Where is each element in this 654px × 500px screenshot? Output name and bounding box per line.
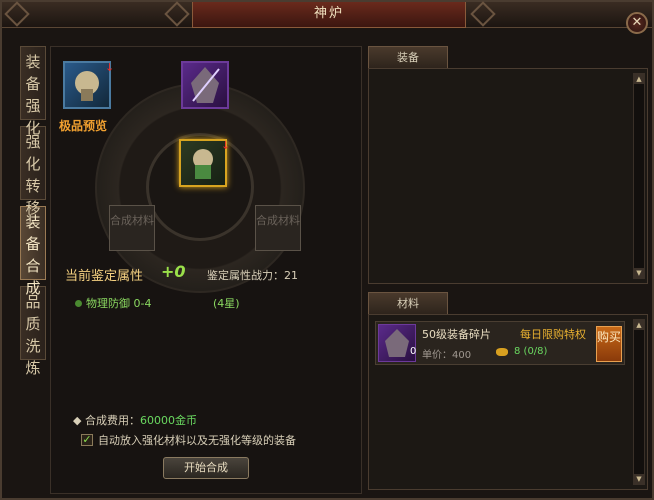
upgrade-arrow-icon: ↓ [105, 61, 115, 74]
item-count: 0 [410, 346, 417, 357]
side-tabs: 装备强化 强化转移 装备合成 品质洗炼 [20, 46, 46, 377]
auto-fill-label: 自动放入强化材料以及无强化等级的装备 [98, 434, 296, 447]
tab-equip-enhance[interactable]: 装备强化 [20, 46, 46, 137]
corner-ornament-left [4, 1, 30, 27]
cost-row: ◆ 合成费用：60000金币 [73, 412, 197, 428]
equip-list: ▲ ▼ [368, 68, 648, 284]
auto-fill-row[interactable]: ✓ 自动放入强化材料以及无强化等级的装备 [81, 432, 296, 448]
attr-title: 当前鉴定属性 [65, 269, 144, 284]
buy-button[interactable]: 购买 [596, 326, 622, 362]
auto-fill-checkbox[interactable]: ✓ [81, 434, 93, 446]
window-title: 神炉 [192, 2, 466, 28]
green-glove-icon [193, 149, 213, 179]
result-equip-slot[interactable] [179, 139, 227, 187]
daily-privilege: 每日限购特权 [520, 328, 586, 341]
scroll-up-icon-2[interactable]: ▲ [634, 320, 644, 330]
gold-ingot-icon [496, 348, 508, 356]
tab-equip-synthesis[interactable]: 装备合成 [20, 206, 46, 297]
scroll-down-icon[interactable]: ▼ [634, 268, 644, 278]
preview-glove-icon [75, 71, 99, 101]
source-equip-slot[interactable] [181, 61, 229, 109]
preview-slot[interactable] [63, 61, 111, 109]
material-slot-right[interactable]: 合成材料 [255, 205, 301, 251]
attr-power: 鉴定属性战力：21 [207, 269, 298, 282]
material-slot-left[interactable]: 合成材料 [109, 205, 155, 251]
item-name: 50级装备碎片 [422, 328, 491, 341]
window-frame: 神炉 ✕ 装备强化 强化转移 装备合成 品质洗炼 ↓ 极品预览 ↓ 合成材料 合… [0, 0, 654, 500]
attr-stars: (4星) [213, 297, 240, 310]
scroll-down-icon-2[interactable]: ▼ [634, 474, 644, 484]
material-scrollbar[interactable]: ▲ ▼ [633, 319, 645, 485]
corner-ornament-mid-right [470, 1, 496, 27]
list-item[interactable]: 0 50级装备碎片 每日限购特权 单价：400 8 (0/8) 购买 [375, 321, 625, 365]
diamond-bullet-icon: ◆ [73, 414, 85, 427]
cost-value: 60000金币 [139, 414, 197, 427]
close-button[interactable]: ✕ [626, 12, 648, 34]
tab-quality-refine[interactable]: 品质洗炼 [20, 286, 46, 377]
start-synthesis-button[interactable]: 开始合成 [163, 457, 249, 479]
tab-enhance-transfer[interactable]: 强化转移 [20, 126, 46, 217]
attr-row: 物理防御 0-4 [75, 295, 151, 311]
helmet-icon [191, 67, 220, 103]
material-tab[interactable]: 材料 [368, 292, 448, 314]
attr-name: 物理防御 0-4 [86, 297, 152, 310]
preview-label: 极品预览 [59, 119, 108, 133]
purchase-limit: 8 (0/8) [514, 346, 548, 357]
corner-ornament-mid-left [164, 1, 190, 27]
equip-tab[interactable]: 装备 [368, 46, 448, 68]
upgrade-arrow-icon-2: ↓ [221, 139, 231, 152]
attr-dot-icon [75, 300, 82, 307]
item-price: 单价：400 [422, 350, 472, 361]
title-bar: 神炉 [2, 1, 652, 28]
close-icon: ✕ [631, 15, 643, 30]
material-list: 0 50级装备碎片 每日限购特权 单价：400 8 (0/8) 购买 ▲ ▼ [368, 314, 648, 490]
equip-scrollbar[interactable]: ▲ ▼ [633, 73, 645, 279]
cost-label: 合成费用： [84, 414, 140, 427]
inventory-panel: 装备 ▲ ▼ 材料 0 50级装备碎片 每日限购特权 单价：400 8 (0/8… [368, 46, 648, 490]
synthesis-panel: ↓ 极品预览 ↓ 合成材料 合成材料 当前鉴定属性 +0 鉴定属性战力：21 物… [50, 46, 362, 494]
attr-plus: +0 [161, 262, 186, 281]
scroll-up-icon[interactable]: ▲ [634, 74, 644, 84]
